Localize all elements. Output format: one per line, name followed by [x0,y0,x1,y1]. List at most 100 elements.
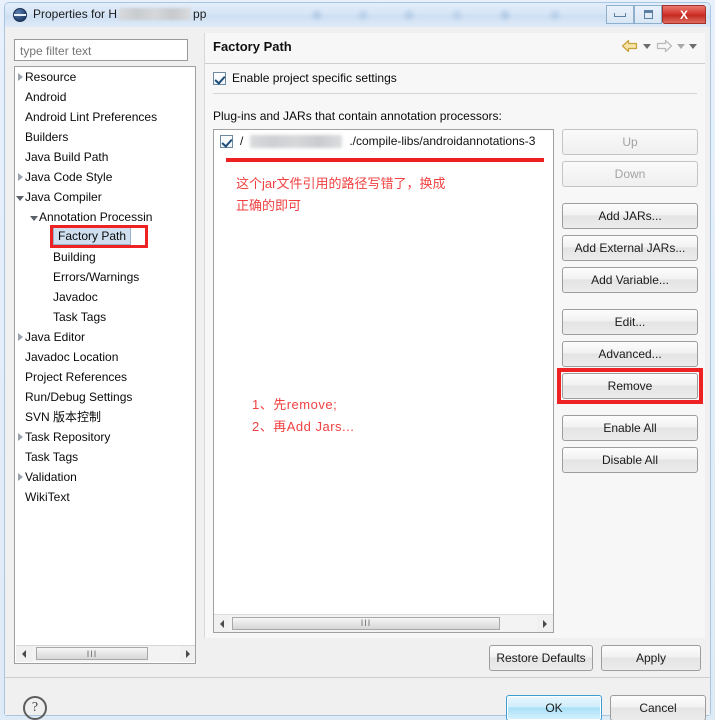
forward-dropdown-icon[interactable] [677,43,685,49]
sidebar-item-label: Run/Debug Settings [25,390,133,404]
view-menu-icon[interactable] [689,43,697,49]
add-variable-button[interactable]: Add Variable... [562,267,698,293]
factory-path-panel: Factory Path Enable project specific set… [204,33,705,671]
sidebar-item-label: Annotation Processin [39,210,153,224]
sidebar-item-task-tags[interactable]: Task Tags [15,307,195,327]
window-title-suffix: pp [193,7,207,21]
enable-project-specific-settings-label: Enable project specific settings [232,71,397,85]
jar-path-prefix: / [240,134,244,148]
button-slot: Down [562,161,698,187]
list-horizontal-scrollbar[interactable]: III [214,614,553,632]
sidebar-item-project-references[interactable]: Project References [15,367,195,387]
tree-scroll-track[interactable]: III [32,646,180,662]
tree-horizontal-scrollbar[interactable]: III [16,645,195,662]
sidebar-item-android-lint-preferences[interactable]: Android Lint Preferences [15,107,195,127]
sidebar-item-label: WikiText [25,490,70,504]
sidebar-item-java-editor[interactable]: Java Editor [15,327,195,347]
twisty-glyph [17,333,23,341]
sidebar-item-javadoc[interactable]: Javadoc [15,287,195,307]
cancel-button[interactable]: Cancel [610,695,706,720]
add-external-jars-button[interactable]: Add External JARs... [562,235,698,261]
list-scroll-thumb[interactable]: III [232,616,500,630]
sidebar-item-errors-warnings[interactable]: Errors/Warnings [15,267,195,287]
tree-scroll-right-button[interactable] [180,646,195,662]
button-slot: Remove [557,368,703,404]
sidebar-item-label: Validation [25,470,77,484]
sidebar-item-label: Android Lint Preferences [25,110,158,124]
enable-project-specific-settings-checkbox[interactable] [213,71,226,85]
sidebar-item-label: Builders [25,130,69,144]
sidebar-item-factory-path[interactable]: Factory Path [15,227,195,247]
maximize-button[interactable] [634,5,662,24]
back-dropdown-icon[interactable] [643,43,651,49]
window-title: Properties for H pp [33,7,206,21]
title-bar: Properties for H pp X [5,3,710,28]
table-row[interactable]: / ./compile-libs/androidannotations-3 [214,130,553,153]
sidebar-item-label: Task Repository [25,430,111,444]
sidebar-item-label: Task Tags [25,450,79,464]
help-icon[interactable]: ? [23,696,47,720]
twisty-glyph [17,173,23,181]
sidebar-item-task-repository[interactable]: Task Repository [15,427,195,447]
tree-scroll-left-button[interactable] [16,646,32,662]
eclipse-icon [13,8,27,22]
sidebar-item-building[interactable]: Building [15,247,195,267]
sidebar-item-run-debug-settings[interactable]: Run/Debug Settings [15,387,195,407]
edit-button[interactable]: Edit... [562,309,698,335]
sidebar-item-label: Android [25,90,67,104]
advanced-button[interactable]: Advanced... [562,341,698,367]
disable-all-button[interactable]: Disable All [562,447,698,473]
sidebar-item-javadoc-location[interactable]: Javadoc Location [15,347,195,367]
factory-path-button-column: Up Down Add JARs... Add External JARs... Add… [557,129,703,479]
apply-button[interactable]: Apply [601,645,701,671]
sidebar-item-task-tags[interactable]: Task Tags [15,447,195,467]
sidebar-item-java-build-path[interactable]: Java Build Path [15,147,195,167]
window-controls: X [606,5,706,24]
plugins-jars-label: Plug-ins and JARs that contain annotatio… [213,109,502,123]
annotation-note-1-line-1: 这个jar文件引用的路径写错了，换成 [236,176,446,191]
sidebar-item-annotation-processin[interactable]: Annotation Processin [15,207,195,227]
sidebar-item-label: Java Code Style [25,170,113,184]
annotation-note-1: 这个jar文件引用的路径写错了，换成 正确的即可 [236,173,445,217]
jar-entry-checkbox[interactable] [220,134,233,148]
button-slot: Enable All [562,415,698,441]
minimize-button[interactable] [606,5,634,24]
add-jars-button[interactable]: Add JARs... [562,203,698,229]
settings-tree[interactable]: Resource Android Android Lint Preferences B… [14,66,196,664]
sidebar-item-java-code-style[interactable]: Java Code Style [15,167,195,187]
enable-project-specific-settings-row[interactable]: Enable project specific settings [213,71,397,85]
twisty-glyph [30,215,38,221]
sidebar-item-builders[interactable]: Builders [15,127,195,147]
sidebar-item-svn-版本控制[interactable]: SVN 版本控制 [15,407,195,427]
sidebar-item-wikitext[interactable]: WikiText [15,487,195,507]
sidebar-item-android[interactable]: Android [15,87,195,107]
twisty-glyph [17,433,23,441]
factory-path-list[interactable]: / ./compile-libs/androidannotations-3 这个… [213,129,554,633]
down-button: Down [562,161,698,187]
sidebar-item-label: Java Build Path [25,150,109,164]
list-scroll-right-button[interactable] [537,615,553,632]
sidebar-item-validation[interactable]: Validation [15,467,195,487]
close-button[interactable]: X [662,5,706,24]
back-arrow-icon[interactable] [621,38,639,54]
settings-tree-panel: Resource Android Android Lint Preferences B… [14,39,196,664]
enable-all-button[interactable]: Enable All [562,415,698,441]
title-bar-background-blur [305,7,595,23]
sidebar-item-java-compiler[interactable]: Java Compiler [15,187,195,207]
sidebar-item-label: Errors/Warnings [53,270,140,284]
restore-defaults-button[interactable]: Restore Defaults [489,645,593,671]
ok-button[interactable]: OK [506,695,602,720]
tree-scroll-thumb[interactable]: III [36,647,148,660]
sidebar-item-label: Factory Path [53,227,132,245]
list-scroll-track[interactable]: III [230,615,537,632]
remove-button[interactable]: Remove [562,373,698,399]
list-scroll-left-button[interactable] [214,615,230,632]
up-button: Up [562,129,698,155]
dialog-footer: ? OK Cancel [5,678,710,720]
filter-input[interactable] [14,39,188,61]
sidebar-item-label: Java Compiler [25,190,102,204]
chevron-right-icon [543,619,547,628]
sidebar-item-resource[interactable]: Resource [15,67,195,87]
window-title-redaction [119,8,192,20]
button-slot: Disable All [562,447,698,473]
